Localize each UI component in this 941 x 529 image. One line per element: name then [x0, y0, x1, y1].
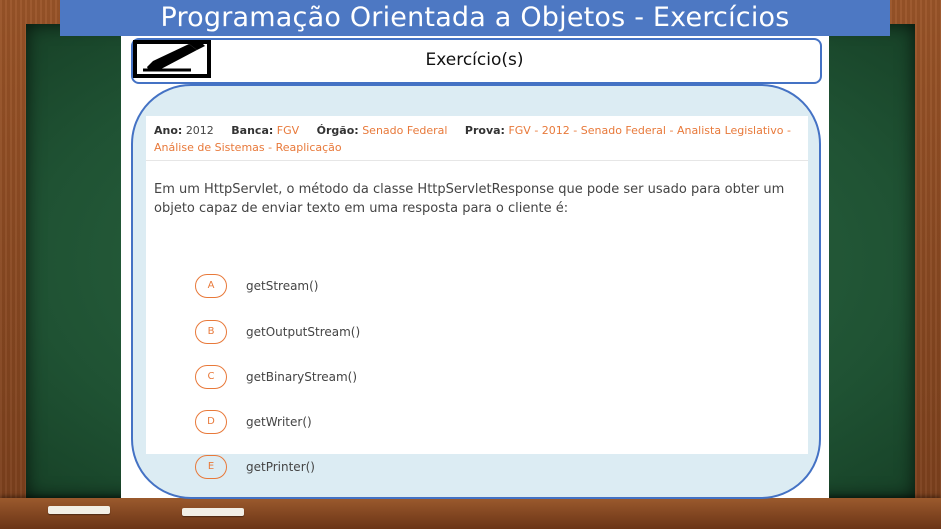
option-d[interactable]: D getWriter(): [195, 410, 595, 434]
option-letter-c[interactable]: C: [195, 365, 227, 389]
chalk-piece-1: [48, 506, 110, 514]
orgao-label: Órgão:: [316, 124, 359, 137]
option-text-a: getStream(): [246, 279, 319, 293]
option-text-b: getOutputStream(): [246, 325, 361, 339]
page-title: Programação Orientada a Objetos - Exercí…: [60, 0, 890, 36]
option-text-d: getWriter(): [246, 415, 312, 429]
banca-link[interactable]: FGV: [277, 124, 299, 137]
metadata-divider: [146, 160, 808, 161]
question-statement: Em um HttpServlet, o método da classe Ht…: [154, 182, 785, 216]
exercise-header-label: Exercício(s): [425, 50, 524, 70]
option-letter-a[interactable]: A: [195, 274, 227, 298]
option-text-e: getPrinter(): [246, 460, 315, 474]
banca-label: Banca:: [231, 124, 274, 137]
option-letter-b[interactable]: B: [195, 320, 227, 344]
option-a[interactable]: A getStream(): [195, 274, 595, 298]
option-e[interactable]: E getPrinter(): [195, 455, 595, 479]
chalkboard-ledge: [0, 498, 941, 529]
option-c[interactable]: C getBinaryStream(): [195, 365, 595, 389]
question-frame: Ano: 2012 Banca: FGV Órgão: Senado Feder…: [131, 84, 821, 499]
option-letter-e[interactable]: E: [195, 455, 227, 479]
chalk-piece-2: [182, 508, 244, 516]
question-metadata: Ano: 2012 Banca: FGV Órgão: Senado Feder…: [154, 122, 806, 156]
prova-label: Prova:: [464, 124, 505, 137]
ano-label: Ano:: [154, 124, 183, 137]
option-text-c: getBinaryStream(): [246, 370, 358, 384]
chalkboard-background: Programação Orientada a Objetos - Exercí…: [0, 0, 941, 529]
question-card: Ano: 2012 Banca: FGV Órgão: Senado Feder…: [146, 116, 808, 479]
orgao-link[interactable]: Senado Federal: [362, 124, 447, 137]
option-b[interactable]: B getOutputStream(): [195, 320, 595, 344]
option-letter-d[interactable]: D: [195, 410, 227, 434]
pencil-edit-icon: [133, 40, 211, 78]
ano-value: 2012: [185, 124, 214, 137]
